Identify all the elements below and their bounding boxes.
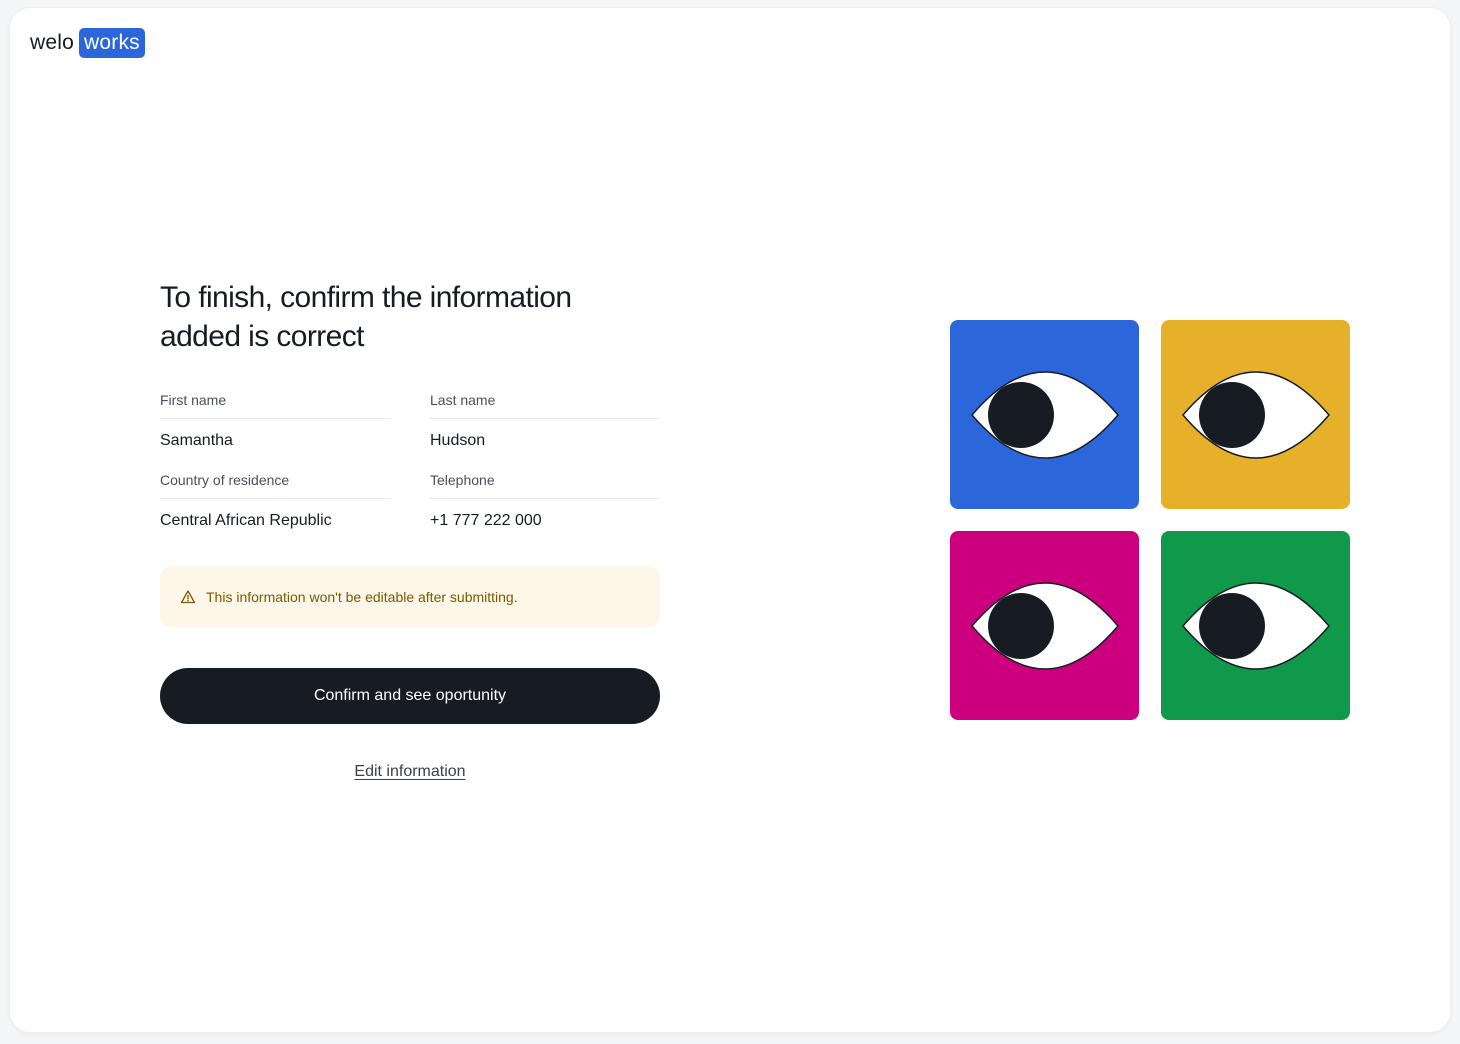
page-title-line1: To finish, confirm the information [160,281,572,314]
eye-icon [970,370,1119,459]
warning-triangle-icon [180,589,196,605]
field-label: Country of residence [160,472,390,499]
field-value: +1 777 222 000 [430,512,542,529]
field-label: First name [160,392,390,419]
field-telephone: Telephone +1 777 222 000 [430,472,660,530]
field-country: Country of residence Central African Rep… [160,472,390,530]
eye-tile-blue [950,320,1139,509]
confirmation-form: To finish, confirm the information added… [160,278,660,781]
page-title-line2: added is correct [160,320,364,353]
field-value: Hudson [430,432,486,449]
eye-icon [1181,370,1330,459]
field-first-name: First name Samantha [160,392,390,450]
warning-text: This information won't be editable after… [206,588,518,605]
field-label: Last name [430,392,660,419]
field-value: Central African Republic [160,512,332,529]
logo-works-badge: works [79,28,145,58]
field-last-name: Last name Hudson [430,392,660,450]
info-fields: First name Samantha Last name Hudson Cou… [160,392,660,530]
logo-welo-text: welo [30,31,74,54]
eyes-illustration [950,320,1350,720]
eye-tile-green [1161,531,1350,720]
edit-information-link[interactable]: Edit information [160,763,660,781]
eye-tile-yellow [1161,320,1350,509]
eye-icon [970,581,1119,670]
eye-tile-magenta [950,531,1139,720]
logo: welo works [30,28,145,58]
confirm-button[interactable]: Confirm and see oportunity [160,668,660,724]
warning-banner: This information won't be editable after… [160,566,660,627]
page-title: To finish, confirm the information added… [160,278,660,356]
app-window: welo works To finish, confirm the inform… [10,8,1450,1032]
field-label: Telephone [430,472,660,499]
field-value: Samantha [160,432,233,449]
eye-icon [1181,581,1330,670]
